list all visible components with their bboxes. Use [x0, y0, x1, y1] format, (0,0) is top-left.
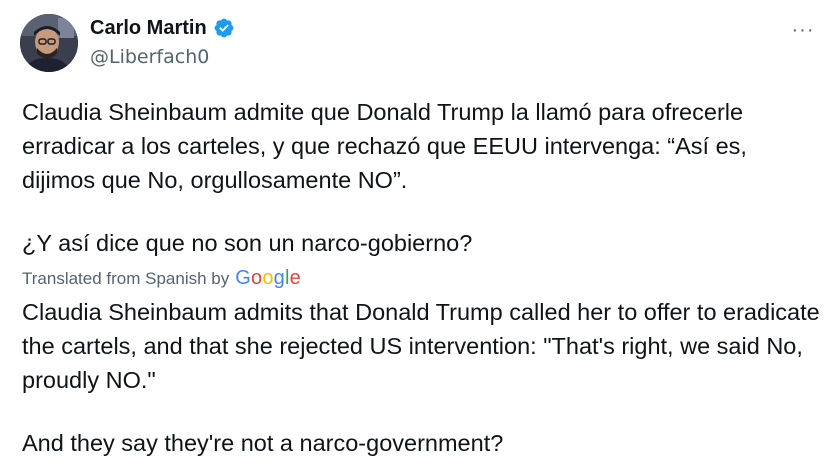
verified-badge-icon [213, 17, 235, 39]
tweet-card: Carlo Martin @Liberfach0 ··· Claudia She… [0, 0, 840, 474]
tweet-original-paragraph-1: Claudia Sheinbaum admite que Donald Trum… [22, 99, 747, 193]
tweet-translated-paragraph-2: And they say they're not a narco-governm… [22, 430, 504, 456]
translation-attribution[interactable]: Translated from Spanish by Google [22, 265, 301, 292]
avatar[interactable] [20, 14, 78, 72]
more-options-button[interactable]: ··· [788, 18, 818, 42]
tweet-original-paragraph-2: ¿Y así dice que no son un narco-gobierno… [22, 230, 473, 256]
translation-label: Translated from Spanish by [22, 269, 230, 288]
user-avatar-icon [20, 14, 78, 72]
tweet-translated-paragraph-1: Claudia Sheinbaum admits that Donald Tru… [22, 299, 820, 393]
author-name-row: Carlo Martin [90, 16, 235, 40]
author-handle[interactable]: @Liberfach0 [90, 45, 209, 69]
more-dots-icon: ··· [791, 19, 815, 41]
author-display-name[interactable]: Carlo Martin [90, 16, 207, 40]
google-logo: Google [235, 267, 301, 289]
